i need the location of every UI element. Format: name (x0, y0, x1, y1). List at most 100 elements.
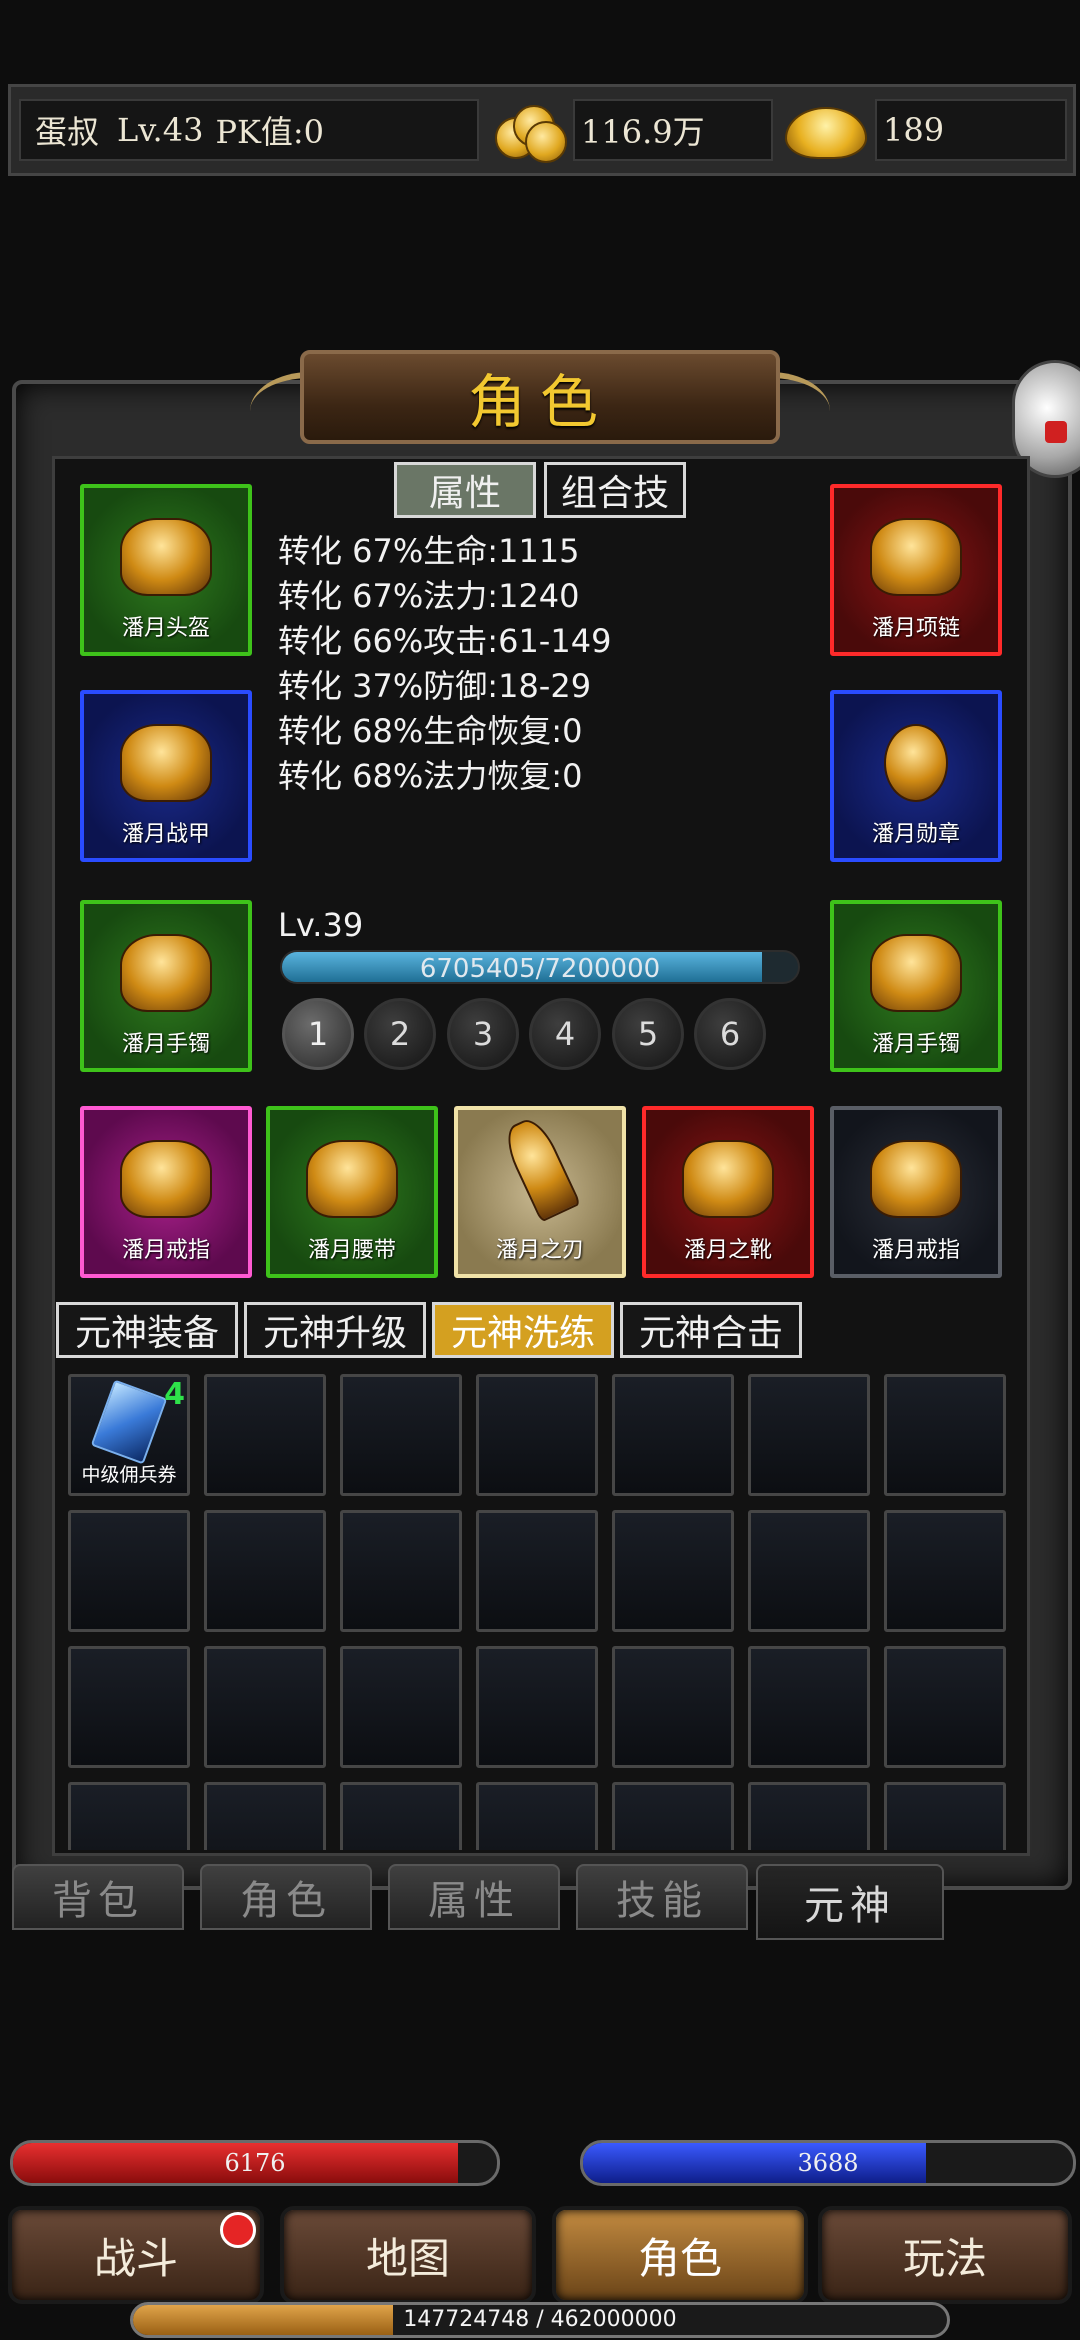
inventory-slot[interactable] (612, 1510, 734, 1632)
equip-slot-boots[interactable]: 潘月之靴 (642, 1106, 814, 1278)
equip-slot-medal[interactable]: 潘月勋章 (830, 690, 1002, 862)
player-name: 蛋叔 (35, 113, 100, 151)
spirit-exp-text: 6705405/7200000 (419, 954, 661, 984)
bracelet-icon (120, 934, 212, 1012)
equip-slot-necklace[interactable]: 潘月项链 (830, 484, 1002, 656)
inventory-slot[interactable] (68, 1782, 190, 1850)
inventory-slot[interactable] (476, 1374, 598, 1496)
inventory-slot[interactable] (612, 1782, 734, 1850)
medal-icon (884, 724, 948, 802)
mp-value: 3688 (797, 2149, 859, 2177)
tab-skills[interactable]: 技能 (576, 1864, 748, 1930)
tab-attributes-bottom[interactable]: 属性 (388, 1864, 560, 1930)
inventory-slot[interactable] (476, 1510, 598, 1632)
inventory-slot[interactable] (68, 1510, 190, 1632)
mercenary-voucher-icon (90, 1379, 168, 1465)
item-count: 4 (164, 1377, 185, 1412)
ring-icon (120, 1140, 212, 1218)
spirit-slot-4[interactable]: 4 (529, 998, 601, 1070)
equip-slot-ring-right[interactable]: 潘月戒指 (830, 1106, 1002, 1278)
notification-dot (220, 2212, 256, 2248)
stat-mp: 转化 67%法力:1240 (278, 577, 580, 615)
gold-amount: 116.9万 (573, 99, 773, 161)
player-level: Lv.43 (117, 111, 204, 149)
blade-icon (498, 1113, 582, 1223)
bracelet-icon (870, 934, 962, 1012)
spirit-exp-bar: 6705405/7200000 (280, 950, 800, 984)
necklace-icon (870, 518, 962, 596)
inventory-slot[interactable] (68, 1646, 190, 1768)
panel-title: 角色 (300, 350, 780, 444)
armor-icon (120, 724, 212, 802)
inventory-slot[interactable] (476, 1646, 598, 1768)
spirit-slot-6[interactable]: 6 (694, 998, 766, 1070)
inventory-slot[interactable] (612, 1646, 734, 1768)
stat-hp: 转化 67%生命:1115 (278, 532, 580, 570)
inventory-slot[interactable] (884, 1374, 1006, 1496)
tab-spirit-upgrade[interactable]: 元神升级 (244, 1302, 426, 1358)
tab-spirit-combo[interactable]: 元神合击 (620, 1302, 802, 1358)
tab-spirit[interactable]: 元神 (756, 1864, 944, 1940)
ingot-amount: 189 (875, 99, 1067, 161)
tab-spirit-equipment[interactable]: 元神装备 (56, 1302, 238, 1358)
inventory-slot[interactable] (884, 1510, 1006, 1632)
top-status-bar: 蛋叔 Lv.43 PK值:0 116.9万 189 (8, 84, 1076, 176)
stat-mp-regen: 转化 68%法力恢复:0 (278, 757, 583, 795)
spirit-level: Lv.39 (278, 906, 364, 944)
inventory-slot[interactable] (476, 1782, 598, 1850)
inventory-slot[interactable] (748, 1374, 870, 1496)
gold-coins-icon (485, 95, 571, 165)
spirit-slot-3[interactable]: 3 (447, 998, 519, 1070)
nav-character[interactable]: 角色 (552, 2206, 808, 2304)
inventory-slot[interactable] (884, 1782, 1006, 1850)
tab-spirit-refine[interactable]: 元神洗练 (432, 1302, 614, 1358)
item-name: 中级佣兵券 (81, 1464, 177, 1486)
inventory-slot[interactable] (748, 1646, 870, 1768)
inventory-slot[interactable] (204, 1374, 326, 1496)
boots-icon (682, 1140, 774, 1218)
experience-bar: 147724748 / 462000000 (130, 2302, 950, 2338)
inventory-slot[interactable] (748, 1782, 870, 1850)
inventory-slot[interactable] (204, 1646, 326, 1768)
hp-value: 6176 (224, 2149, 286, 2177)
equip-slot-weapon[interactable]: 潘月之刃 (454, 1106, 626, 1278)
equip-slot-belt[interactable]: 潘月腰带 (266, 1106, 438, 1278)
spirit-slot-2[interactable]: 2 (364, 998, 436, 1070)
equip-slot-ring-left[interactable]: 潘月戒指 (80, 1106, 252, 1278)
tab-character[interactable]: 角色 (200, 1864, 372, 1930)
spirit-slot-1[interactable]: 1 (282, 998, 354, 1070)
experience-text: 147724748 / 462000000 (403, 2307, 677, 2332)
inventory-slot[interactable] (340, 1374, 462, 1496)
equip-slot-bracelet-left[interactable]: 潘月手镯 (80, 900, 252, 1072)
pk-value: PK值:0 (215, 113, 325, 151)
inventory-slot[interactable] (340, 1782, 462, 1850)
spirit-slot-5[interactable]: 5 (612, 998, 684, 1070)
inventory-slot[interactable] (204, 1510, 326, 1632)
mp-bar: 3688 (580, 2140, 1076, 2186)
inventory-slot[interactable] (340, 1646, 462, 1768)
inventory-slot[interactable] (612, 1374, 734, 1496)
belt-icon (306, 1140, 398, 1218)
inventory-slot-item[interactable]: 4 中级佣兵券 (68, 1374, 190, 1496)
inventory-slot[interactable] (340, 1510, 462, 1632)
inventory-grid: 4 中级佣兵券 (62, 1370, 1022, 1850)
nav-map[interactable]: 地图 (280, 2206, 536, 2304)
helmet-icon (120, 518, 212, 596)
tab-combo-skills[interactable]: 组合技 (544, 462, 686, 518)
hp-bar: 6176 (10, 2140, 500, 2186)
inventory-slot[interactable] (884, 1646, 1006, 1768)
stat-hp-regen: 转化 68%生命恢复:0 (278, 712, 583, 750)
nav-gameplay[interactable]: 玩法 (818, 2206, 1072, 2304)
equip-slot-armor[interactable]: 潘月战甲 (80, 690, 252, 862)
equip-slot-helmet[interactable]: 潘月头盔 (80, 484, 252, 656)
stat-defense: 转化 37%防御:18-29 (278, 667, 592, 705)
tab-backpack[interactable]: 背包 (12, 1864, 184, 1930)
inventory-slot[interactable] (748, 1510, 870, 1632)
inventory-slot[interactable] (204, 1782, 326, 1850)
tab-attributes[interactable]: 属性 (394, 462, 536, 518)
player-info: 蛋叔 Lv.43 PK值:0 (19, 99, 479, 161)
equip-slot-bracelet-right[interactable]: 潘月手镯 (830, 900, 1002, 1072)
stat-attack: 转化 66%攻击:61-149 (278, 622, 612, 660)
gold-ingot-icon (777, 101, 873, 161)
ring-icon (870, 1140, 962, 1218)
